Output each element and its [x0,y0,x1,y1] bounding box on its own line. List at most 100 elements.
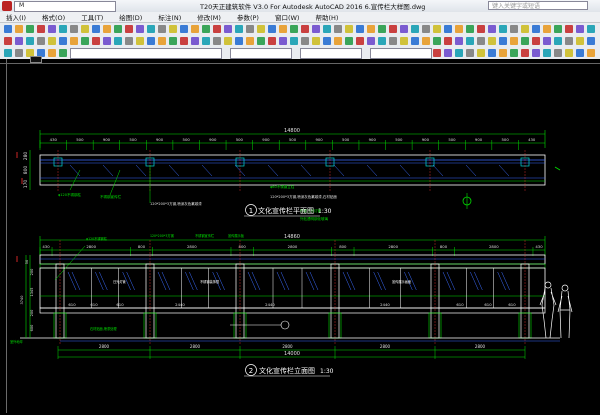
toolbar-tool-icon[interactable] [15,49,23,57]
toolbar-tool-icon[interactable] [411,37,419,45]
toolbar-tool-icon[interactable] [367,37,375,45]
toolbar-tool-icon[interactable] [565,49,573,57]
lineweight-combo[interactable] [370,48,432,59]
menu-dimension[interactable]: 标注(N) [158,12,181,22]
toolbar-tool-icon[interactable] [136,25,144,33]
toolbar-tool-icon[interactable] [345,25,353,33]
toolbar-tool-icon[interactable] [565,25,573,33]
toolbar-tool-icon[interactable] [510,49,518,57]
toolbar-tool-icon[interactable] [246,25,254,33]
toolbar-tool-icon[interactable] [180,37,188,45]
toolbar-tool-icon[interactable] [521,37,529,45]
toolbar-tool-icon[interactable] [26,37,34,45]
toolbar-tool-icon[interactable] [202,25,210,33]
toolbar-tool-icon[interactable] [389,25,397,33]
toolbar-tool-icon[interactable] [103,25,111,33]
toolbar-tool-icon[interactable] [334,37,342,45]
toolbar-tool-icon[interactable] [433,25,441,33]
toolbar-tool-icon[interactable] [587,25,595,33]
toolbar-tool-icon[interactable] [92,25,100,33]
toolbar-tool-icon[interactable] [279,25,287,33]
toolbar-tool-icon[interactable] [191,25,199,33]
toolbar-tool-icon[interactable] [356,37,364,45]
toolbar-tool-icon[interactable] [301,37,309,45]
toolbar-tool-icon[interactable] [389,37,397,45]
toolbar-tool-icon[interactable] [235,25,243,33]
toolbar-tool-icon[interactable] [323,37,331,45]
toolbar-tool-icon[interactable] [114,37,122,45]
toolbar-tool-icon[interactable] [235,37,243,45]
toolbar-tool-icon[interactable] [125,37,133,45]
toolbar-tool-icon[interactable] [455,25,463,33]
toolbar-tool-icon[interactable] [213,37,221,45]
menu-format[interactable]: 格式(O) [42,12,65,22]
toolbar-tool-icon[interactable] [290,37,298,45]
toolbar-tool-icon[interactable] [268,25,276,33]
toolbar-tool-icon[interactable] [521,25,529,33]
color-combo[interactable] [230,48,292,59]
toolbar-tool-icon[interactable] [147,25,155,33]
toolbar-tool-icon[interactable] [48,25,56,33]
app-icon[interactable] [2,1,12,11]
toolbar-tool-icon[interactable] [576,37,584,45]
search-input[interactable]: 键入关键字或短语 [488,1,588,10]
toolbar-tool-icon[interactable] [312,25,320,33]
toolbar-tool-icon[interactable] [466,25,474,33]
toolbar-tool-icon[interactable] [59,49,67,57]
toolbar-tool-icon[interactable] [400,25,408,33]
toolbar-tool-icon[interactable] [422,25,430,33]
toolbar-tool-icon[interactable] [356,25,364,33]
toolbar-tool-icon[interactable] [246,37,254,45]
toolbar-tool-icon[interactable] [136,37,144,45]
toolbar-tool-icon[interactable] [279,37,287,45]
linetype-combo[interactable] [300,48,362,59]
toolbar-tool-icon[interactable] [554,25,562,33]
menu-parametric[interactable]: 参数(P) [237,12,259,22]
drawing-canvas[interactable]: 14800 430 500 900 500 900 500 900 500 900 500 900 5… [0,59,600,413]
toolbar-tool-icon[interactable] [37,37,45,45]
toolbar-tool-icon[interactable] [81,25,89,33]
toolbar-tool-icon[interactable] [576,49,584,57]
toolbar-tool-icon[interactable] [37,25,45,33]
toolbar-tool-icon[interactable] [378,25,386,33]
toolbar-tool-icon[interactable] [576,25,584,33]
viewport-control[interactable] [30,56,42,63]
toolbar-tool-icon[interactable] [521,49,529,57]
toolbar-tool-icon[interactable] [444,37,452,45]
toolbar-tool-icon[interactable] [411,25,419,33]
toolbar-tool-icon[interactable] [59,25,67,33]
menu-modify[interactable]: 修改(M) [197,12,221,22]
toolbar-tool-icon[interactable] [257,25,265,33]
toolbar-tool-icon[interactable] [114,25,122,33]
toolbar-tool-icon[interactable] [125,25,133,33]
menu-help[interactable]: 帮助(H) [315,12,338,22]
menu-tools[interactable]: 工具(T) [81,12,103,22]
toolbar-tool-icon[interactable] [532,25,540,33]
toolbar-tool-icon[interactable] [323,25,331,33]
toolbar-tool-icon[interactable] [455,49,463,57]
toolbar-tool-icon[interactable] [444,25,452,33]
toolbar-tool-icon[interactable] [510,37,518,45]
toolbar-tool-icon[interactable] [268,37,276,45]
toolbar-tool-icon[interactable] [477,37,485,45]
toolbar-tool-icon[interactable] [510,25,518,33]
toolbar-tool-icon[interactable] [433,37,441,45]
toolbar-tool-icon[interactable] [488,49,496,57]
menu-draw[interactable]: 绘图(D) [119,12,142,22]
toolbar-tool-icon[interactable] [587,37,595,45]
toolbar-tool-icon[interactable] [213,25,221,33]
toolbar-tool-icon[interactable] [499,37,507,45]
toolbar-tool-icon[interactable] [26,25,34,33]
toolbar-tool-icon[interactable] [565,37,573,45]
toolbar-tool-icon[interactable] [4,49,12,57]
toolbar-tool-icon[interactable] [257,37,265,45]
toolbar-tool-icon[interactable] [169,37,177,45]
toolbar-tool-icon[interactable] [92,37,100,45]
toolbar-tool-icon[interactable] [554,49,562,57]
toolbar-tool-icon[interactable] [191,37,199,45]
menu-insert[interactable]: 插入(I) [6,12,26,22]
workspace-combo[interactable]: M [14,1,116,12]
toolbar-tool-icon[interactable] [312,37,320,45]
toolbar-tool-icon[interactable] [59,37,67,45]
toolbar-tool-icon[interactable] [301,25,309,33]
